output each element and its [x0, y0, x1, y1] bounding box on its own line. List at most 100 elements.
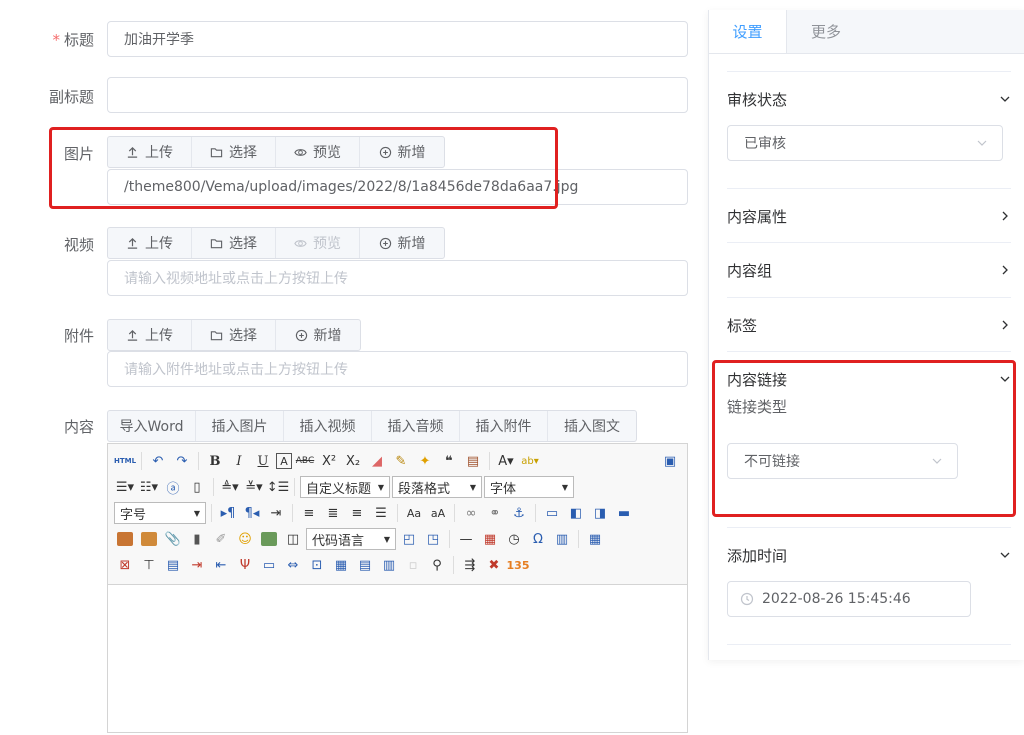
merge-right-icon[interactable]: ⇔ [282, 555, 304, 575]
ltr-icon[interactable]: ▸¶ [217, 503, 239, 523]
insert-paragraph-before-table-icon[interactable]: ⊤ [138, 555, 160, 575]
row-spacing-top-icon[interactable]: ≜▾ [219, 477, 241, 497]
frame-icon[interactable]: ◫ [282, 529, 304, 549]
magic-wand-icon[interactable]: ✦ [414, 451, 436, 471]
multi-image-icon[interactable] [138, 529, 160, 549]
merge-down-icon[interactable]: ⊡ [306, 555, 328, 575]
split-rows-icon[interactable]: ▤ [354, 555, 376, 575]
font-family-select[interactable]: 字体 ▼ [484, 476, 574, 498]
eraser-icon[interactable]: ◢ [366, 451, 388, 471]
content-attr-section[interactable]: 内容属性 [727, 189, 1011, 243]
film-icon[interactable]: ▮ [186, 529, 208, 549]
review-status-select[interactable]: 已审核 [727, 125, 1003, 161]
attachment-url-input[interactable]: 请输入附件地址或点击上方按钮上传 [107, 351, 688, 387]
tab-settings[interactable]: 设置 [709, 10, 787, 53]
merge-cells-icon[interactable]: ▭ [258, 555, 280, 575]
unordered-list-icon[interactable]: ☷▾ [138, 477, 160, 497]
undo-icon[interactable]: ↶ [147, 451, 169, 471]
italic-icon[interactable]: I [228, 451, 250, 471]
insert-col-icon[interactable]: ⇤ [210, 555, 232, 575]
add-time-header[interactable]: 添加时间 [727, 528, 1011, 582]
align-center-icon[interactable]: ≣ [322, 503, 344, 523]
content-group-section[interactable]: 内容组 [727, 243, 1011, 298]
video-url-input[interactable]: 请输入视频地址或点击上方按钮上传 [107, 260, 688, 296]
add-time-picker[interactable]: 2022-08-26 15:45:46 [727, 581, 971, 617]
insert-row-icon[interactable]: ▤ [162, 555, 184, 575]
video-preview-button[interactable]: 预览 [276, 228, 360, 258]
time-icon[interactable]: ◷ [503, 529, 525, 549]
video-add-button[interactable]: 新增 [360, 228, 444, 258]
attachment-add-button[interactable]: 新增 [276, 320, 360, 350]
image-center-icon[interactable]: ▬ [613, 503, 635, 523]
row-spacing-bottom-icon[interactable]: ≚▾ [243, 477, 265, 497]
fullscreen-icon[interactable]: ▣ [659, 451, 681, 471]
text-box-icon[interactable]: ⓐ [162, 477, 184, 497]
format-brush-icon[interactable]: ✎ [390, 451, 412, 471]
video-upload-button[interactable]: 上传 [108, 228, 192, 258]
tab-more[interactable]: 更多 [787, 10, 865, 53]
split-cols-icon[interactable]: ▥ [378, 555, 400, 575]
review-status-header[interactable]: 审核状态 [727, 72, 1011, 126]
rtl-icon[interactable]: ¶◂ [241, 503, 263, 523]
135-editor-icon[interactable]: 135 [507, 555, 530, 575]
unlink-icon[interactable]: ⚭ [484, 503, 506, 523]
html-source-icon[interactable]: HTML [114, 451, 136, 471]
simple-upload-icon[interactable] [114, 529, 136, 549]
insert-audio-button[interactable]: 插入音频 [372, 411, 460, 441]
subscript-icon[interactable]: X₂ [342, 451, 364, 471]
special-char-icon[interactable]: Ω [527, 529, 549, 549]
word-image-icon[interactable]: ▥ [551, 529, 573, 549]
template-icon[interactable]: ◳ [422, 529, 444, 549]
print-icon[interactable]: ▫ [402, 555, 424, 575]
image-left-icon[interactable]: ◧ [565, 503, 587, 523]
image-none-icon[interactable]: ▭ [541, 503, 563, 523]
paste-plain-icon[interactable]: ▤ [462, 451, 484, 471]
redo-icon[interactable]: ↷ [171, 451, 193, 471]
subtitle-input[interactable] [107, 77, 688, 113]
video-choose-button[interactable]: 选择 [192, 228, 276, 258]
delete-row-icon[interactable]: ⇥ [186, 555, 208, 575]
code-language-select[interactable]: 代码语言 ▼ [306, 528, 396, 550]
image-right-icon[interactable]: ◨ [589, 503, 611, 523]
insert-article-button[interactable]: 插入图文 [548, 411, 636, 441]
import-word-button[interactable]: 导入Word [108, 411, 196, 441]
link-icon[interactable]: ∞ [460, 503, 482, 523]
superscript-icon[interactable]: X² [318, 451, 340, 471]
indent-icon[interactable]: ⇥ [265, 503, 287, 523]
attachment-icon[interactable]: 📎 [162, 529, 184, 549]
underline-icon[interactable]: U [252, 451, 274, 471]
horizontal-rule-icon[interactable]: — [455, 529, 477, 549]
insert-attachment-button[interactable]: 插入附件 [460, 411, 548, 441]
insert-table-icon[interactable]: ▦ [584, 529, 606, 549]
date-icon[interactable]: ▦ [479, 529, 501, 549]
page-break-icon[interactable]: ◰ [398, 529, 420, 549]
background-color-icon[interactable]: ab▾ [519, 451, 541, 471]
attachment-upload-button[interactable]: 上传 [108, 320, 192, 350]
uppercase-icon[interactable]: Aa [403, 503, 425, 523]
title-input[interactable]: 加油开学季 [107, 21, 688, 57]
insert-video-button[interactable]: 插入视频 [284, 411, 372, 441]
align-left-icon[interactable]: ≡ [298, 503, 320, 523]
drafts-icon[interactable]: ⇶ [459, 555, 481, 575]
delete-table-icon[interactable]: ⊠ [114, 555, 136, 575]
lowercase-icon[interactable]: aA [427, 503, 449, 523]
split-cells-icon[interactable]: ▦ [330, 555, 352, 575]
scrawl-icon[interactable]: ✐ [210, 529, 232, 549]
align-justify-icon[interactable]: ☰ [370, 503, 392, 523]
ordered-list-icon[interactable]: ☰▾ [114, 477, 136, 497]
font-color-icon[interactable]: A▾ [495, 451, 517, 471]
tags-section[interactable]: 标签 [727, 298, 1011, 352]
search-replace-icon[interactable]: ⚲ [426, 555, 448, 575]
line-height-icon[interactable]: ↕☰ [267, 477, 290, 497]
align-right-icon[interactable]: ≡ [346, 503, 368, 523]
quote-icon[interactable]: ❝ [438, 451, 460, 471]
emotion-icon[interactable]: ☺ [234, 529, 256, 549]
bold-icon[interactable]: B [204, 451, 226, 471]
attachment-choose-button[interactable]: 选择 [192, 320, 276, 350]
blank-page-icon[interactable]: ▯ [186, 477, 208, 497]
insert-image-button[interactable]: 插入图片 [196, 411, 284, 441]
custom-title-select[interactable]: 自定义标题 ▼ [300, 476, 390, 498]
font-border-icon[interactable]: A [276, 453, 292, 469]
editor-body[interactable] [108, 585, 687, 735]
strikethrough-icon[interactable]: ABC [294, 451, 316, 471]
